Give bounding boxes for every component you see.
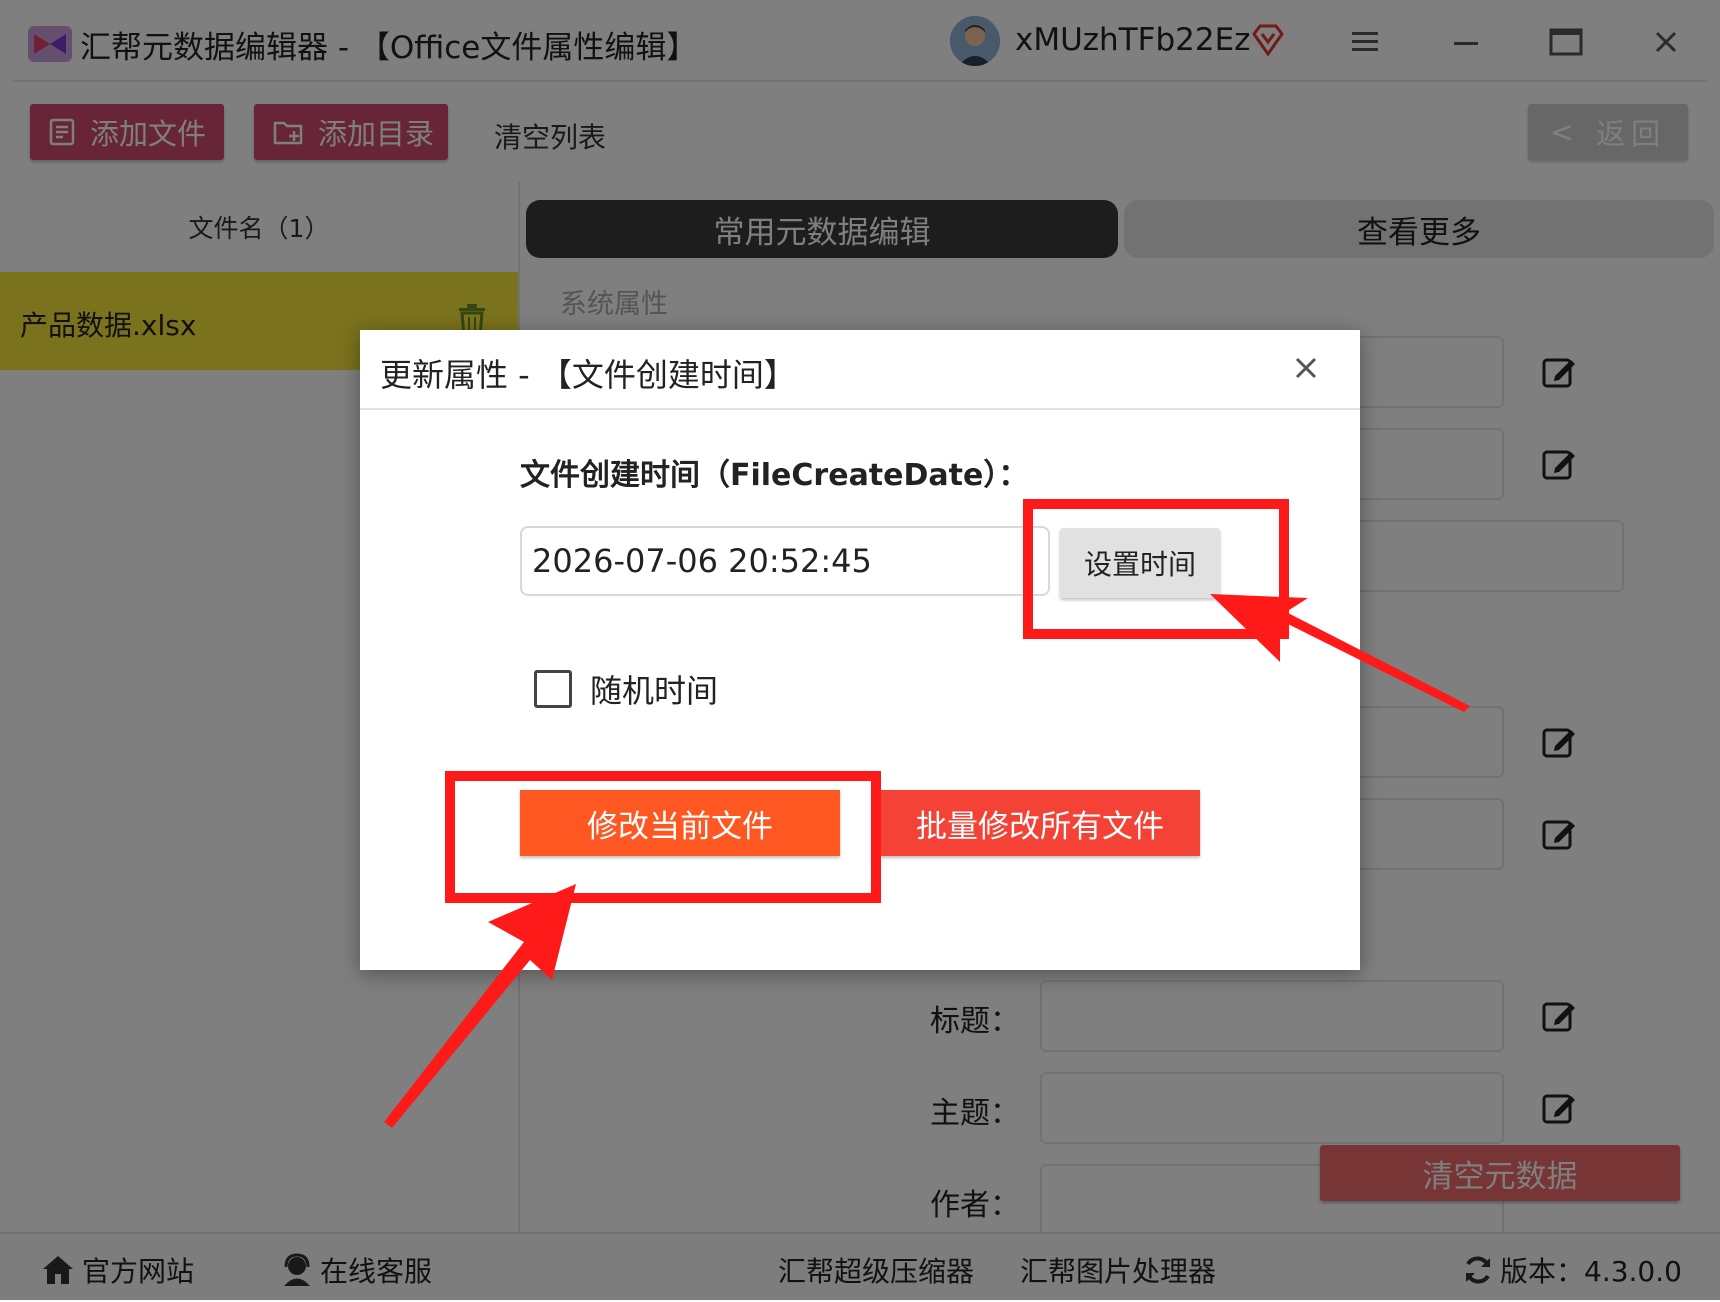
dialog-title: 更新属性 - 【文件创建时间】 xyxy=(380,356,796,394)
app-window: 汇帮元数据编辑器 - 【Office文件属性编辑】 xMUzhTFb22Ez xyxy=(0,0,1720,1302)
modify-current-file-button[interactable]: 修改当前文件 xyxy=(520,790,840,856)
random-time-checkbox[interactable] xyxy=(534,670,572,708)
batch-modify-all-button[interactable]: 批量修改所有文件 xyxy=(880,790,1200,856)
close-icon[interactable] xyxy=(1290,352,1322,384)
update-property-dialog: 更新属性 - 【文件创建时间】 文件创建时间（FileCreateDate）： … xyxy=(360,330,1360,970)
random-time-option[interactable]: 随机时间 xyxy=(534,666,718,712)
random-time-label: 随机时间 xyxy=(590,672,719,710)
dialog-header: 更新属性 - 【文件创建时间】 xyxy=(360,330,1360,410)
set-time-button[interactable]: 设置时间 xyxy=(1060,528,1220,598)
create-date-input[interactable] xyxy=(520,526,1050,596)
create-date-label: 文件创建时间（FileCreateDate）： xyxy=(520,458,1029,493)
